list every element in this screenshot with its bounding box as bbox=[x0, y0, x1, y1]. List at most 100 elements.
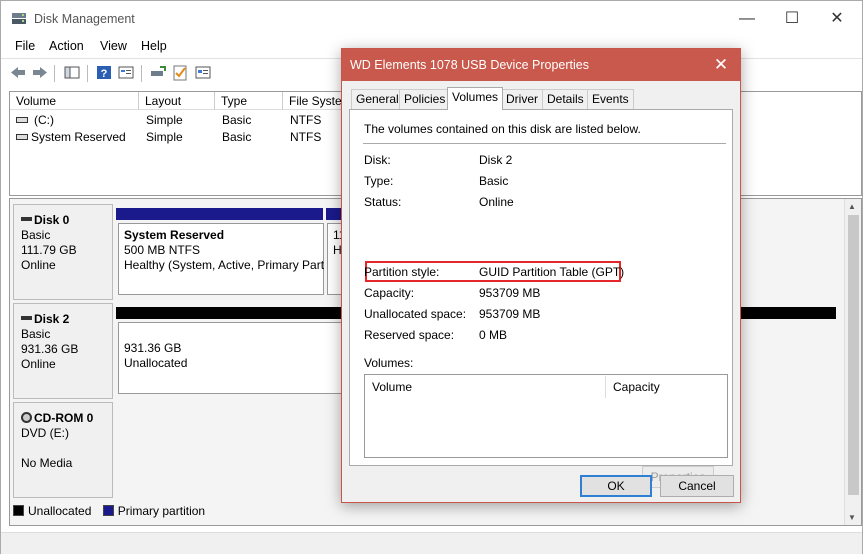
partition-status: Healthy (System, Active, Primary Part bbox=[124, 258, 325, 272]
disk-0-label[interactable]: Disk 0 Basic 111.79 GB Online bbox=[13, 204, 113, 300]
minimize-button[interactable]: — bbox=[727, 7, 767, 31]
volume-drive-icon bbox=[16, 117, 28, 123]
disk-type: Basic bbox=[21, 228, 51, 242]
disk-type: DVD (E:) bbox=[21, 426, 69, 440]
table-row[interactable]: (C:) Simple Basic NTFS bbox=[10, 112, 343, 128]
volume-layout: Simple bbox=[146, 113, 183, 127]
tab-volumes[interactable]: Volumes bbox=[447, 87, 504, 110]
volume-drive-icon bbox=[16, 134, 28, 140]
device-properties-dialog: WD Elements 1078 USB Device Properties ✕… bbox=[341, 48, 741, 503]
primary-partition-bar bbox=[116, 208, 323, 220]
column-header-file-system[interactable]: File System bbox=[283, 92, 343, 110]
disk-2-label[interactable]: Disk 2 Basic 931.36 GB Online bbox=[13, 303, 113, 399]
disk-icon bbox=[21, 316, 32, 320]
legend-swatch-unallocated bbox=[13, 505, 24, 516]
disk-status: No Media bbox=[21, 456, 73, 470]
scroll-up-icon[interactable]: ▲ bbox=[848, 202, 856, 211]
column-header-layout[interactable]: Layout bbox=[139, 92, 215, 110]
menu-action[interactable]: Action bbox=[49, 39, 84, 53]
field-label: Partition style: bbox=[364, 265, 440, 279]
menu-view[interactable]: View bbox=[100, 39, 127, 53]
cdrom-0-label[interactable]: CD-ROM 0 DVD (E:) No Media bbox=[13, 402, 113, 498]
partition-status: Unallocated bbox=[124, 356, 188, 370]
close-button[interactable]: ✕ bbox=[817, 7, 857, 31]
window-title: Disk Management bbox=[34, 12, 135, 26]
ok-button[interactable]: OK bbox=[580, 475, 652, 497]
divider bbox=[363, 143, 726, 144]
column-header-volume[interactable]: Volume bbox=[10, 92, 139, 110]
field-value: 953709 MB bbox=[479, 286, 541, 300]
partition-size: 931.36 GB bbox=[124, 341, 182, 355]
checklist-icon[interactable] bbox=[171, 64, 189, 81]
volumes-label: Volumes: bbox=[364, 356, 414, 370]
settings-window-icon[interactable] bbox=[194, 64, 212, 81]
field-value: Online bbox=[479, 195, 514, 209]
disk-size: 931.36 GB bbox=[21, 342, 79, 356]
toolbar-separator bbox=[141, 65, 142, 82]
scroll-down-icon[interactable]: ▼ bbox=[848, 513, 856, 522]
connect-drive-icon[interactable] bbox=[149, 64, 167, 81]
scrollbar-thumb[interactable] bbox=[848, 215, 859, 495]
field-label: Status: bbox=[364, 195, 402, 209]
legend: Unallocated Primary partition bbox=[13, 504, 205, 520]
toolbar-separator bbox=[54, 65, 55, 82]
volume-layout: Simple bbox=[146, 130, 183, 144]
disk-icon bbox=[21, 217, 32, 221]
forward-arrow-icon[interactable] bbox=[31, 64, 49, 81]
disk-map-scrollbar[interactable]: ▲ ▼ bbox=[844, 199, 861, 525]
volume-name: (C:) bbox=[34, 113, 54, 127]
volume-type: Basic bbox=[222, 113, 252, 127]
field-value: Disk 2 bbox=[479, 153, 513, 167]
disk-name: Disk 2 bbox=[34, 312, 70, 326]
tab-policies[interactable]: Policies bbox=[399, 89, 451, 109]
svg-text:?: ? bbox=[101, 68, 108, 80]
status-bar bbox=[1, 532, 862, 554]
volumes-tab-panel: The volumes contained on this disk are l… bbox=[349, 109, 733, 488]
disk-name: Disk 0 bbox=[34, 213, 70, 227]
dialog-close-button[interactable]: ✕ bbox=[708, 53, 734, 77]
title-bar: Disk Management — ☐ ✕ bbox=[1, 1, 862, 35]
menu-file[interactable]: File bbox=[15, 39, 35, 53]
disk-status: Online bbox=[21, 357, 56, 371]
field-value: 953709 MB bbox=[479, 307, 541, 321]
legend-label: Primary partition bbox=[117, 504, 206, 518]
help-icon[interactable]: ? bbox=[95, 64, 113, 81]
tab-events[interactable]: Events bbox=[587, 89, 634, 109]
field-value: Basic bbox=[479, 174, 509, 188]
dialog-title: WD Elements 1078 USB Device Properties bbox=[350, 58, 589, 72]
back-arrow-icon[interactable] bbox=[9, 64, 27, 81]
dialog-title-bar: WD Elements 1078 USB Device Properties ✕ bbox=[342, 49, 740, 81]
table-row[interactable]: System Reserved Simple Basic NTFS bbox=[10, 129, 343, 145]
field-label: Reserved space: bbox=[364, 328, 455, 342]
legend-label: Unallocated bbox=[28, 504, 92, 518]
field-label: Unallocated space: bbox=[364, 307, 467, 321]
maximize-button[interactable]: ☐ bbox=[772, 7, 812, 31]
tab-driver[interactable]: Driver bbox=[501, 89, 543, 109]
field-label: Disk: bbox=[364, 153, 391, 167]
column-header-capacity[interactable]: Capacity bbox=[606, 376, 726, 398]
toolbar-separator bbox=[87, 65, 88, 82]
tab-general[interactable]: General bbox=[351, 89, 404, 109]
column-header-type[interactable]: Type bbox=[215, 92, 283, 110]
disk-status: Online bbox=[21, 258, 56, 272]
partition-title: System Reserved bbox=[124, 228, 225, 242]
partition-unallocated[interactable]: 931.36 GB Unallocated bbox=[118, 322, 348, 394]
tab-details[interactable]: Details bbox=[542, 89, 589, 109]
volume-type: Basic bbox=[222, 130, 252, 144]
menu-help[interactable]: Help bbox=[141, 39, 167, 53]
partition-status: H bbox=[333, 243, 342, 257]
cancel-button[interactable]: Cancel bbox=[660, 475, 734, 497]
column-header-volume[interactable]: Volume bbox=[365, 376, 606, 398]
volume-fs: NTFS bbox=[290, 130, 322, 144]
partition-size: 11 bbox=[333, 228, 346, 242]
field-label: Type: bbox=[364, 174, 394, 188]
volumes-list[interactable]: Volume Capacity bbox=[364, 374, 728, 458]
disk-size bbox=[21, 441, 112, 456]
cd-icon bbox=[21, 412, 32, 423]
partition-system-reserved[interactable]: System Reserved 500 MB NTFS Healthy (Sys… bbox=[118, 223, 324, 295]
legend-swatch-primary bbox=[102, 505, 114, 516]
properties-view-icon[interactable] bbox=[117, 64, 135, 81]
disk-name: CD-ROM 0 bbox=[34, 411, 94, 425]
show-hide-console-tree-icon[interactable] bbox=[63, 64, 81, 81]
disk-size: 111.79 GB bbox=[21, 243, 77, 257]
